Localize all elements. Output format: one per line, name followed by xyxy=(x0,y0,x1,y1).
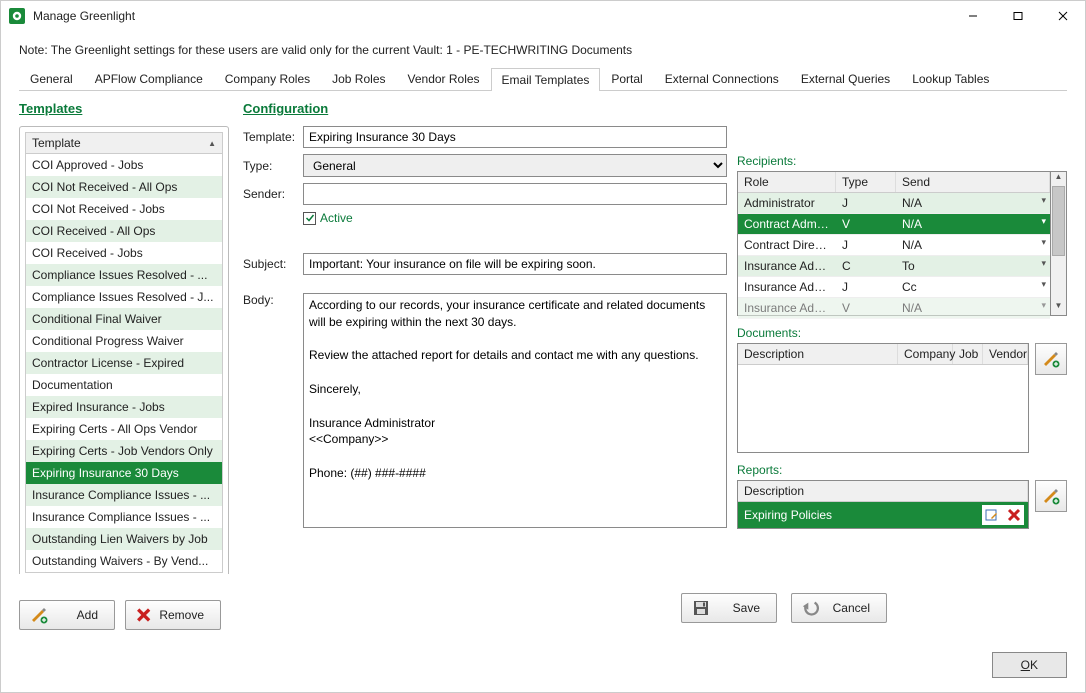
recipient-row[interactable]: Insurance Admini...VN/A xyxy=(738,298,1050,319)
scroll-up-icon[interactable]: ▲ xyxy=(1051,172,1066,186)
recipient-row-selected[interactable]: Contract Administ...VN/A xyxy=(738,214,1050,235)
documents-col-company[interactable]: Company xyxy=(898,344,953,364)
tab-job-roles[interactable]: Job Roles xyxy=(321,67,396,90)
tab-general[interactable]: General xyxy=(19,67,84,90)
template-item[interactable]: Insurance Compliance Issues - ... xyxy=(26,506,222,528)
recipients-col-role[interactable]: Role xyxy=(738,172,836,192)
tab-lookup-tables[interactable]: Lookup Tables xyxy=(901,67,1000,90)
close-button[interactable] xyxy=(1040,1,1085,31)
undo-icon xyxy=(802,599,820,617)
save-icon xyxy=(692,599,710,617)
recipient-row[interactable]: Insurance Admini...JCc xyxy=(738,277,1050,298)
tab-portal[interactable]: Portal xyxy=(600,67,653,90)
template-item[interactable]: COI Received - All Ops xyxy=(26,220,222,242)
documents-grid[interactable]: Description Company Job Vendor xyxy=(737,343,1029,453)
window-title: Manage Greenlight xyxy=(33,9,950,23)
template-item[interactable]: Documentation xyxy=(26,374,222,396)
tab-company-roles[interactable]: Company Roles xyxy=(214,67,321,90)
recipients-col-send[interactable]: Send xyxy=(896,172,1050,192)
send-dropdown[interactable]: N/A xyxy=(896,193,1050,213)
template-item[interactable]: Insurance Compliance Issues - ... xyxy=(26,484,222,506)
template-item[interactable]: COI Not Received - All Ops xyxy=(26,176,222,198)
ok-button[interactable]: OK xyxy=(992,652,1067,678)
recipient-row[interactable]: Insurance Admini...CTo xyxy=(738,256,1050,277)
send-dropdown[interactable]: Cc xyxy=(896,277,1050,297)
template-item[interactable]: Contractor License - Expired xyxy=(26,352,222,374)
template-list[interactable]: COI Approved - Jobs COI Not Received - A… xyxy=(25,154,223,573)
template-item[interactable]: Expired Insurance - Jobs xyxy=(26,396,222,418)
documents-label: Documents: xyxy=(737,326,1067,340)
template-item[interactable]: COI Approved - Jobs xyxy=(26,154,222,176)
subject-input[interactable] xyxy=(303,253,727,275)
template-item[interactable]: Conditional Progress Waiver xyxy=(26,330,222,352)
reports-grid[interactable]: Description Expiring Policies xyxy=(737,480,1029,529)
documents-col-vendor[interactable]: Vendor xyxy=(983,344,1028,364)
add-report-button[interactable] xyxy=(1035,480,1067,512)
recipient-row[interactable]: AdministratorJN/A xyxy=(738,193,1050,214)
add-document-button[interactable] xyxy=(1035,343,1067,375)
template-item[interactable]: Expiring Certs - All Ops Vendor xyxy=(26,418,222,440)
label-body: Body: xyxy=(243,293,303,307)
scroll-down-icon[interactable]: ▼ xyxy=(1051,301,1066,315)
maximize-button[interactable] xyxy=(995,1,1040,31)
tab-vendor-roles[interactable]: Vendor Roles xyxy=(397,67,491,90)
send-dropdown[interactable]: N/A xyxy=(896,235,1050,255)
template-item[interactable]: COI Not Received - Jobs xyxy=(26,198,222,220)
sender-input[interactable] xyxy=(303,183,727,205)
send-dropdown[interactable]: N/A xyxy=(896,298,1050,318)
edit-report-icon[interactable] xyxy=(983,506,1001,524)
documents-col-description[interactable]: Description xyxy=(738,344,898,364)
label-subject: Subject: xyxy=(243,257,303,271)
delete-report-icon[interactable] xyxy=(1005,506,1023,524)
tab-email-templates[interactable]: Email Templates xyxy=(491,68,601,91)
tab-external-queries[interactable]: External Queries xyxy=(790,67,901,90)
window-root: Manage Greenlight Note: The Greenlight s… xyxy=(0,0,1086,693)
template-item-selected[interactable]: Expiring Insurance 30 Days xyxy=(26,462,222,484)
recipients-scrollbar[interactable]: ▲ ▼ xyxy=(1051,171,1067,316)
body-textarea[interactable]: According to our records, your insurance… xyxy=(303,293,727,528)
recipients-col-type[interactable]: Type xyxy=(836,172,896,192)
template-item[interactable]: Expiring Certs - Job Vendors Only xyxy=(26,440,222,462)
template-item[interactable]: Outstanding Waivers - By Vend... xyxy=(26,550,222,572)
scroll-thumb[interactable] xyxy=(1052,186,1065,256)
template-item[interactable]: Compliance Issues Resolved - ... xyxy=(26,264,222,286)
template-item[interactable]: Conditional Final Waiver xyxy=(26,308,222,330)
remove-button[interactable]: Remove xyxy=(125,600,221,630)
app-icon xyxy=(9,8,25,24)
template-item[interactable]: COI Received - Jobs xyxy=(26,242,222,264)
sort-ascending-icon: ▲ xyxy=(208,139,216,148)
templates-heading: Templates xyxy=(19,101,229,116)
label-template: Template: xyxy=(243,130,303,144)
reports-col-description[interactable]: Description xyxy=(738,481,1028,501)
template-column-header[interactable]: Template ▲ xyxy=(25,132,223,154)
reports-label: Reports: xyxy=(737,463,1067,477)
delete-icon xyxy=(136,607,151,623)
send-dropdown[interactable]: To xyxy=(896,256,1050,276)
recipients-grid[interactable]: Role Type Send AdministratorJN/A Contrac… xyxy=(737,171,1051,316)
type-select[interactable]: General xyxy=(303,154,727,177)
template-name-input[interactable] xyxy=(303,126,727,148)
cancel-button[interactable]: Cancel xyxy=(791,593,887,623)
tab-apflow[interactable]: APFlow Compliance xyxy=(84,67,214,90)
save-button[interactable]: Save xyxy=(681,593,777,623)
documents-col-job[interactable]: Job xyxy=(953,344,983,364)
minimize-button[interactable] xyxy=(950,1,995,31)
recipient-row[interactable]: Contract DirectorJN/A xyxy=(738,235,1050,256)
recipients-label: Recipients: xyxy=(737,154,1067,168)
tab-external-connections[interactable]: External Connections xyxy=(654,67,790,90)
active-checkbox[interactable] xyxy=(303,212,316,225)
add-button[interactable]: Add xyxy=(19,600,115,630)
note-text: Note: The Greenlight settings for these … xyxy=(1,31,1085,67)
tab-strip: General APFlow Compliance Company Roles … xyxy=(19,67,1067,91)
template-item[interactable]: Compliance Issues Resolved - J... xyxy=(26,286,222,308)
pencil-plus-icon xyxy=(30,606,48,624)
label-type: Type: xyxy=(243,159,303,173)
label-active: Active xyxy=(320,211,353,225)
template-item[interactable]: Outstanding Lien Waivers by Job xyxy=(26,528,222,550)
titlebar: Manage Greenlight xyxy=(1,1,1085,31)
send-dropdown[interactable]: N/A xyxy=(896,214,1050,234)
report-row-selected[interactable]: Expiring Policies xyxy=(738,502,1028,528)
configuration-heading: Configuration xyxy=(243,101,1067,116)
label-sender: Sender: xyxy=(243,187,303,201)
